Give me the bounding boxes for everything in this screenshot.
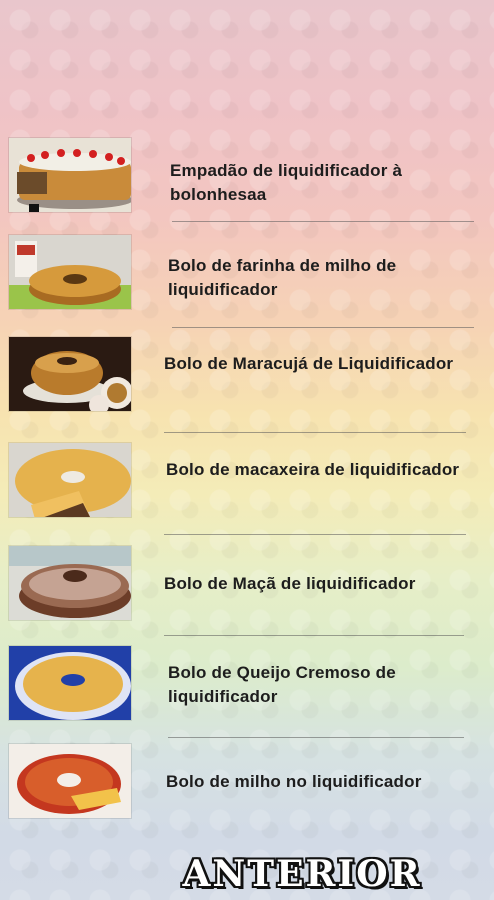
previous-button[interactable]: ANTERIOR [173,852,431,896]
divider [164,534,466,535]
recipe-list-item[interactable]: Bolo de Queijo Cremoso de liquidificador [0,645,494,741]
divider [164,432,466,433]
cheese-cake-icon [8,645,132,721]
divider [168,737,464,738]
recipe-title[interactable]: Bolo de Maçã de liquidificador [164,572,484,596]
previous-button-label: ANTERIOR [182,853,422,895]
sliced-ring-cake-icon [8,442,132,518]
recipe-list-item[interactable]: Bolo de farinha de milho de liquidificad… [0,234,494,330]
cake-with-strawberries-icon [8,137,132,213]
apple-ring-cake-icon [8,545,132,621]
recipe-title[interactable]: Bolo de macaxeira de liquidificador [166,458,466,482]
ring-cake-icon [8,234,132,310]
recipe-list-item[interactable]: Empadão de liquidificador à bolonhesaa [0,137,494,225]
passion-fruit-cake-icon [8,336,132,412]
recipe-title[interactable]: Bolo de Queijo Cremoso de liquidificador [168,661,468,709]
divider [172,221,474,222]
recipe-list-item[interactable]: Bolo de Maracujá de Liquidificador [0,336,494,436]
recipe-title[interactable]: Bolo de farinha de milho de liquidificad… [168,254,468,302]
recipe-title[interactable]: Bolo de milho no liquidificador [166,770,486,794]
recipe-list-item[interactable]: Bolo de macaxeira de liquidificador [0,442,494,538]
recipe-title[interactable]: Bolo de Maracujá de Liquidificador [164,352,464,376]
recipe-list-item[interactable]: Bolo de milho no liquidificador [0,743,494,823]
divider [164,635,464,636]
recipe-list-item[interactable]: Bolo de Maçã de liquidificador [0,545,494,637]
divider [172,327,474,328]
recipe-title[interactable]: Empadão de liquidificador à bolonhesaa [170,159,470,207]
corn-cake-icon [8,743,132,819]
